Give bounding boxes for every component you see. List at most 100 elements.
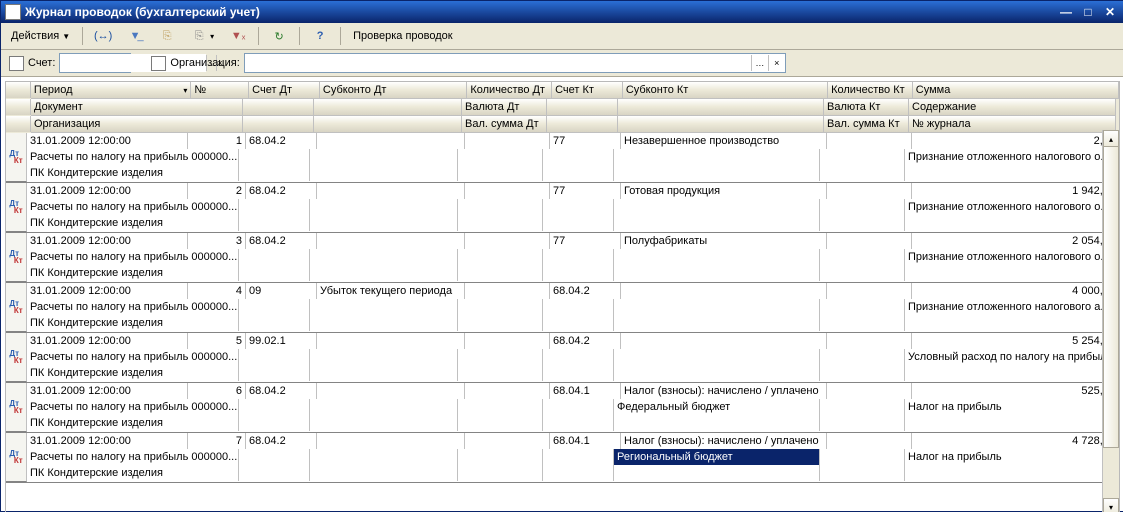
table-row[interactable]: Дт Кт31.01.2009 12:00:00368.04.277Полуфа… xyxy=(6,233,1119,283)
cell-valsum-dt xyxy=(458,215,543,231)
check-postings-button[interactable]: Проверка проводок xyxy=(347,25,458,47)
interval-button[interactable]: (↔) xyxy=(89,25,117,47)
cell-valsum-dt xyxy=(458,365,543,381)
clear-filter-button[interactable]: ▼ₓ xyxy=(224,25,252,47)
org-filter-field[interactable]: … × xyxy=(244,53,786,73)
copy-button[interactable]: ⎘ xyxy=(153,25,181,47)
cell-org: ПК Кондитерские изделия xyxy=(27,465,239,481)
cell-sum: 1 942,57 xyxy=(912,183,1119,199)
filterbar: Счет: … × Организация: … × xyxy=(1,50,1123,77)
col-valsum-kt[interactable]: Вал. сумма Кт xyxy=(824,116,909,133)
cell-cur-kt xyxy=(820,399,905,415)
org-clear-button[interactable]: × xyxy=(768,55,785,71)
cell-valsum-kt xyxy=(820,215,905,231)
table-row[interactable]: Дт Кт31.01.2009 12:00:00268.04.277Готова… xyxy=(6,183,1119,233)
header-row-1: Период▾ № Счет Дт Субконто Дт Количество… xyxy=(6,82,1119,99)
cell-qty-kt xyxy=(827,383,912,399)
account-filter-field[interactable]: … × xyxy=(59,53,131,73)
cell-period: 31.01.2009 12:00:00 xyxy=(27,433,188,449)
col-cur-kt[interactable]: Валюта Кт xyxy=(824,99,909,116)
scrollbar-vertical[interactable]: ▴ ▾ xyxy=(1102,130,1119,512)
cell-sum: 525,43 xyxy=(912,383,1119,399)
cell-sub-kt: Полуфабрикаты xyxy=(621,233,827,249)
col-sub-dt[interactable]: Субконто Дт xyxy=(320,82,467,99)
col-blank3 xyxy=(547,99,618,116)
col-doc[interactable]: Документ xyxy=(31,99,243,116)
refresh-icon: ↻ xyxy=(271,28,287,44)
cell-journal xyxy=(905,315,1112,331)
cell-qty-dt xyxy=(465,233,550,249)
app-icon xyxy=(5,4,21,20)
cell-desc: Признание отложенного налогового о... xyxy=(905,199,1112,215)
cell-qty-kt xyxy=(827,283,912,299)
col-cur-dt[interactable]: Валюта Дт xyxy=(462,99,547,116)
cell-acc-dt: 68.04.2 xyxy=(246,383,317,399)
chevron-down-icon: ▼ xyxy=(62,32,70,41)
col-sub-kt[interactable]: Субконто Кт xyxy=(623,82,828,99)
table-row[interactable]: Дт Кт31.01.2009 12:00:00168.04.277Незаве… xyxy=(6,133,1119,183)
actions-label: Действия xyxy=(11,30,59,42)
cell-sum: 4 728,83 xyxy=(912,433,1119,449)
maximize-button[interactable]: □ xyxy=(1078,4,1098,20)
funnel-icon: ▼̲ xyxy=(127,28,143,44)
cell-doc: Расчеты по налогу на прибыль 000000... xyxy=(27,349,239,365)
col-acc-dt[interactable]: Счет Дт xyxy=(249,82,320,99)
cell-journal xyxy=(905,265,1112,281)
table-row[interactable]: Дт Кт31.01.2009 12:00:00768.04.268.04.1Н… xyxy=(6,433,1119,483)
col-period[interactable]: Период▾ xyxy=(31,82,191,99)
cell-sub-kt xyxy=(621,283,827,299)
cell-cur-kt xyxy=(820,449,905,465)
table-row[interactable]: Дт Кт31.01.2009 12:00:00409Убыток текуще… xyxy=(6,283,1119,333)
refresh-button[interactable]: ↻ xyxy=(265,25,293,47)
org-filter-input[interactable] xyxy=(245,54,751,72)
col-journal[interactable]: № журнала xyxy=(909,116,1116,133)
col-blank4 xyxy=(618,99,824,116)
table-row[interactable]: Дт Кт31.01.2009 12:00:00599.02.168.04.25… xyxy=(6,333,1119,383)
scroll-thumb-v[interactable] xyxy=(1103,146,1119,448)
table-row[interactable]: Дт Кт31.01.2009 12:00:00668.04.268.04.1Н… xyxy=(6,383,1119,433)
col-org[interactable]: Организация xyxy=(31,116,243,133)
cell-acc-dt: 09 xyxy=(246,283,317,299)
org-select-button[interactable]: … xyxy=(751,55,768,71)
cell-doc: Расчеты по налогу на прибыль 000000... xyxy=(27,399,239,415)
col-acc-kt[interactable]: Счет Кт xyxy=(552,82,623,99)
interval-icon: (↔) xyxy=(95,28,111,44)
minimize-button[interactable]: — xyxy=(1056,4,1076,20)
org-filter-label: Организация: xyxy=(170,57,239,69)
cell-desc: Налог на прибыль xyxy=(905,449,1112,465)
col-desc[interactable]: Содержание xyxy=(909,99,1116,116)
check-postings-label: Проверка проводок xyxy=(353,30,452,42)
col-valsum-dt[interactable]: Вал. сумма Дт xyxy=(462,116,547,133)
titlebar[interactable]: Журнал проводок (бухгалтерский учет) — □… xyxy=(1,1,1123,23)
help-button[interactable]: ? xyxy=(306,25,334,47)
cell-qty-kt xyxy=(827,233,912,249)
col-qty-kt[interactable]: Количество Кт xyxy=(828,82,913,99)
cell-sub-dt xyxy=(317,233,465,249)
cell-desc: Признание отложенного налогового о... xyxy=(905,149,1112,165)
cell-sum: 4 000,00 xyxy=(912,283,1119,299)
close-button[interactable]: ✕ xyxy=(1100,4,1120,20)
cell-org: ПК Кондитерские изделия xyxy=(27,365,239,381)
cell-valsum-dt xyxy=(458,165,543,181)
actions-menu-button[interactable]: Действия ▼ xyxy=(5,25,76,47)
cell-qty-dt xyxy=(465,283,550,299)
org-checkbox[interactable] xyxy=(151,56,166,71)
col-sum[interactable]: Сумма xyxy=(913,82,1119,99)
cell-valsum-dt xyxy=(458,465,543,481)
cell-acc-dt: 99.02.1 xyxy=(246,333,317,349)
cell-journal xyxy=(905,415,1112,431)
cell-acc-kt: 77 xyxy=(550,183,621,199)
cell-num: 3 xyxy=(188,233,246,249)
col-num[interactable]: № xyxy=(191,82,249,99)
account-checkbox[interactable] xyxy=(9,56,24,71)
row-icon: Дт Кт xyxy=(6,183,27,232)
settings-button[interactable]: ⎘▾ xyxy=(185,25,220,47)
cell-sub-kt2 xyxy=(614,349,820,365)
filter-button[interactable]: ▼̲ xyxy=(121,25,149,47)
cell-valsum-kt xyxy=(820,465,905,481)
cell-period: 31.01.2009 12:00:00 xyxy=(27,183,188,199)
col-qty-dt[interactable]: Количество Дт xyxy=(467,82,552,99)
funnel-x-icon: ▼ₓ xyxy=(230,28,246,44)
cell-valsum-kt xyxy=(820,165,905,181)
cell-valsum-dt xyxy=(458,265,543,281)
